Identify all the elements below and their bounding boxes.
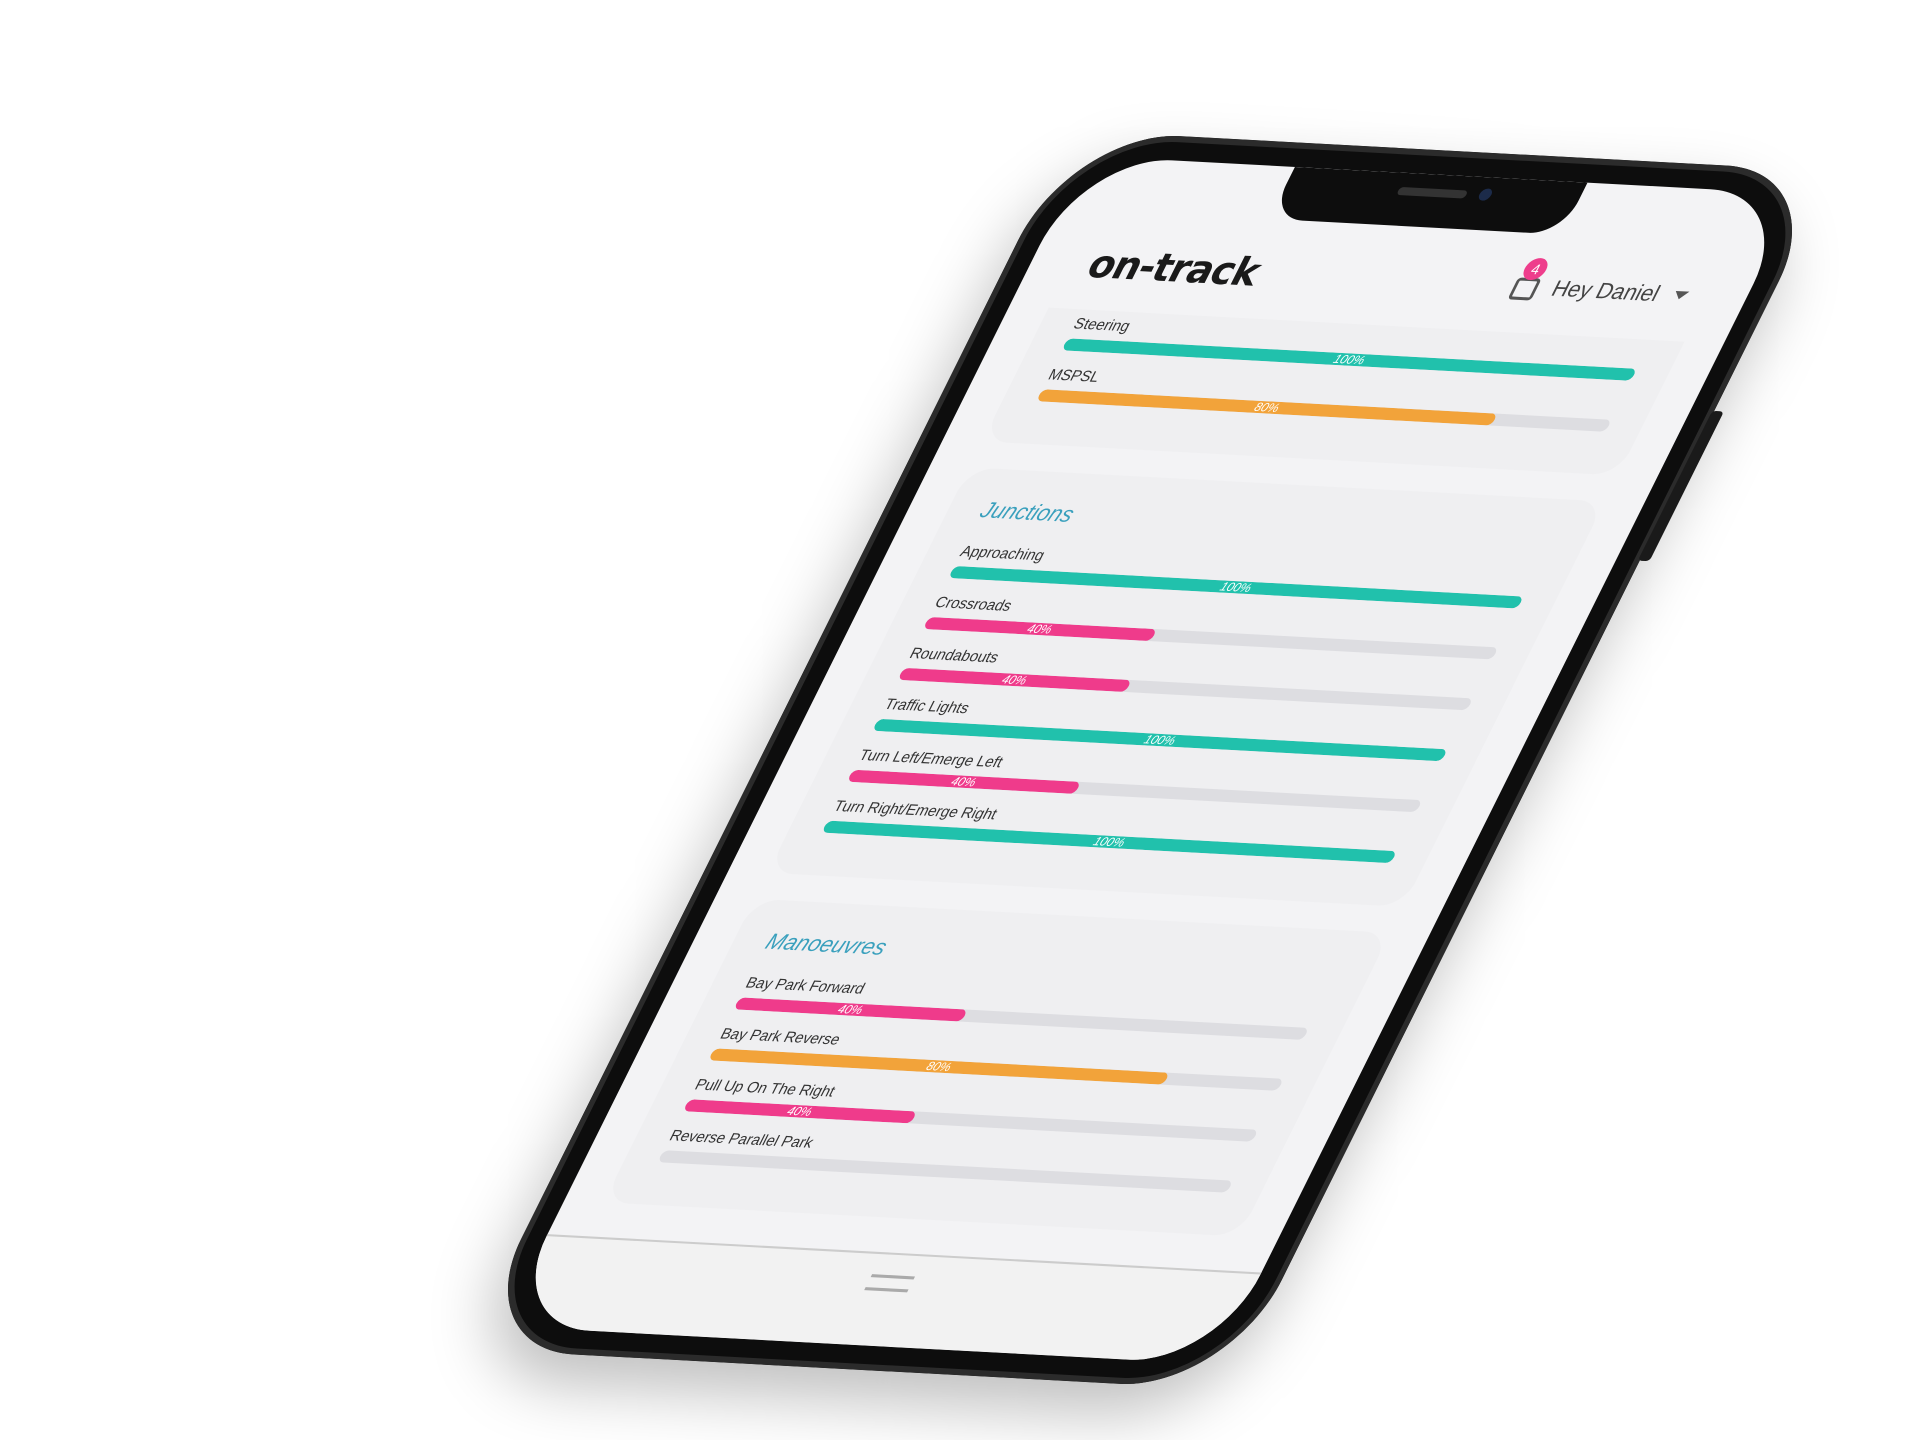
skill-row[interactable]: Reverse Parallel Park bbox=[657, 1127, 1244, 1193]
front-camera bbox=[1476, 188, 1495, 201]
chevron-down-icon[interactable] bbox=[1671, 290, 1690, 300]
user-greeting[interactable]: Hey Daniel bbox=[1547, 275, 1664, 307]
app-logo[interactable]: on-track bbox=[1080, 242, 1269, 295]
message-icon bbox=[1507, 277, 1543, 301]
app-screen: on-track 4 Hey Daniel Steering 100% MSPSL 8… bbox=[501, 155, 1799, 1365]
skill-row[interactable]: MSPSL 80% bbox=[1036, 366, 1623, 432]
stage: on-track 4 Hey Daniel Steering 100% MSPSL 8… bbox=[0, 0, 1920, 1440]
user-menu[interactable]: 4 Hey Daniel bbox=[1503, 257, 1695, 310]
progress-percent: 100% bbox=[1217, 579, 1255, 596]
progress-percent: 100% bbox=[1330, 351, 1368, 368]
section-title: Junctions bbox=[976, 497, 1080, 527]
notifications-button[interactable]: 4 bbox=[1503, 257, 1553, 302]
drag-handle-icon[interactable] bbox=[864, 1274, 916, 1293]
progress-percent: 100% bbox=[1090, 834, 1128, 850]
progress-fill bbox=[657, 1150, 664, 1163]
skill-row[interactable]: Turn Right/Emerge Right 100% bbox=[821, 798, 1408, 864]
section-card: Manoeuvres Bay Park Forward 40% Bay Park Re… bbox=[603, 898, 1391, 1237]
speaker-grille bbox=[1396, 186, 1469, 199]
phone-mockup: on-track 4 Hey Daniel Steering 100% MSPSL 8… bbox=[466, 130, 1834, 1390]
progress-percent: 100% bbox=[1141, 732, 1179, 748]
section-title: Manoeuvres bbox=[761, 928, 892, 960]
notification-badge: 4 bbox=[1519, 257, 1553, 281]
